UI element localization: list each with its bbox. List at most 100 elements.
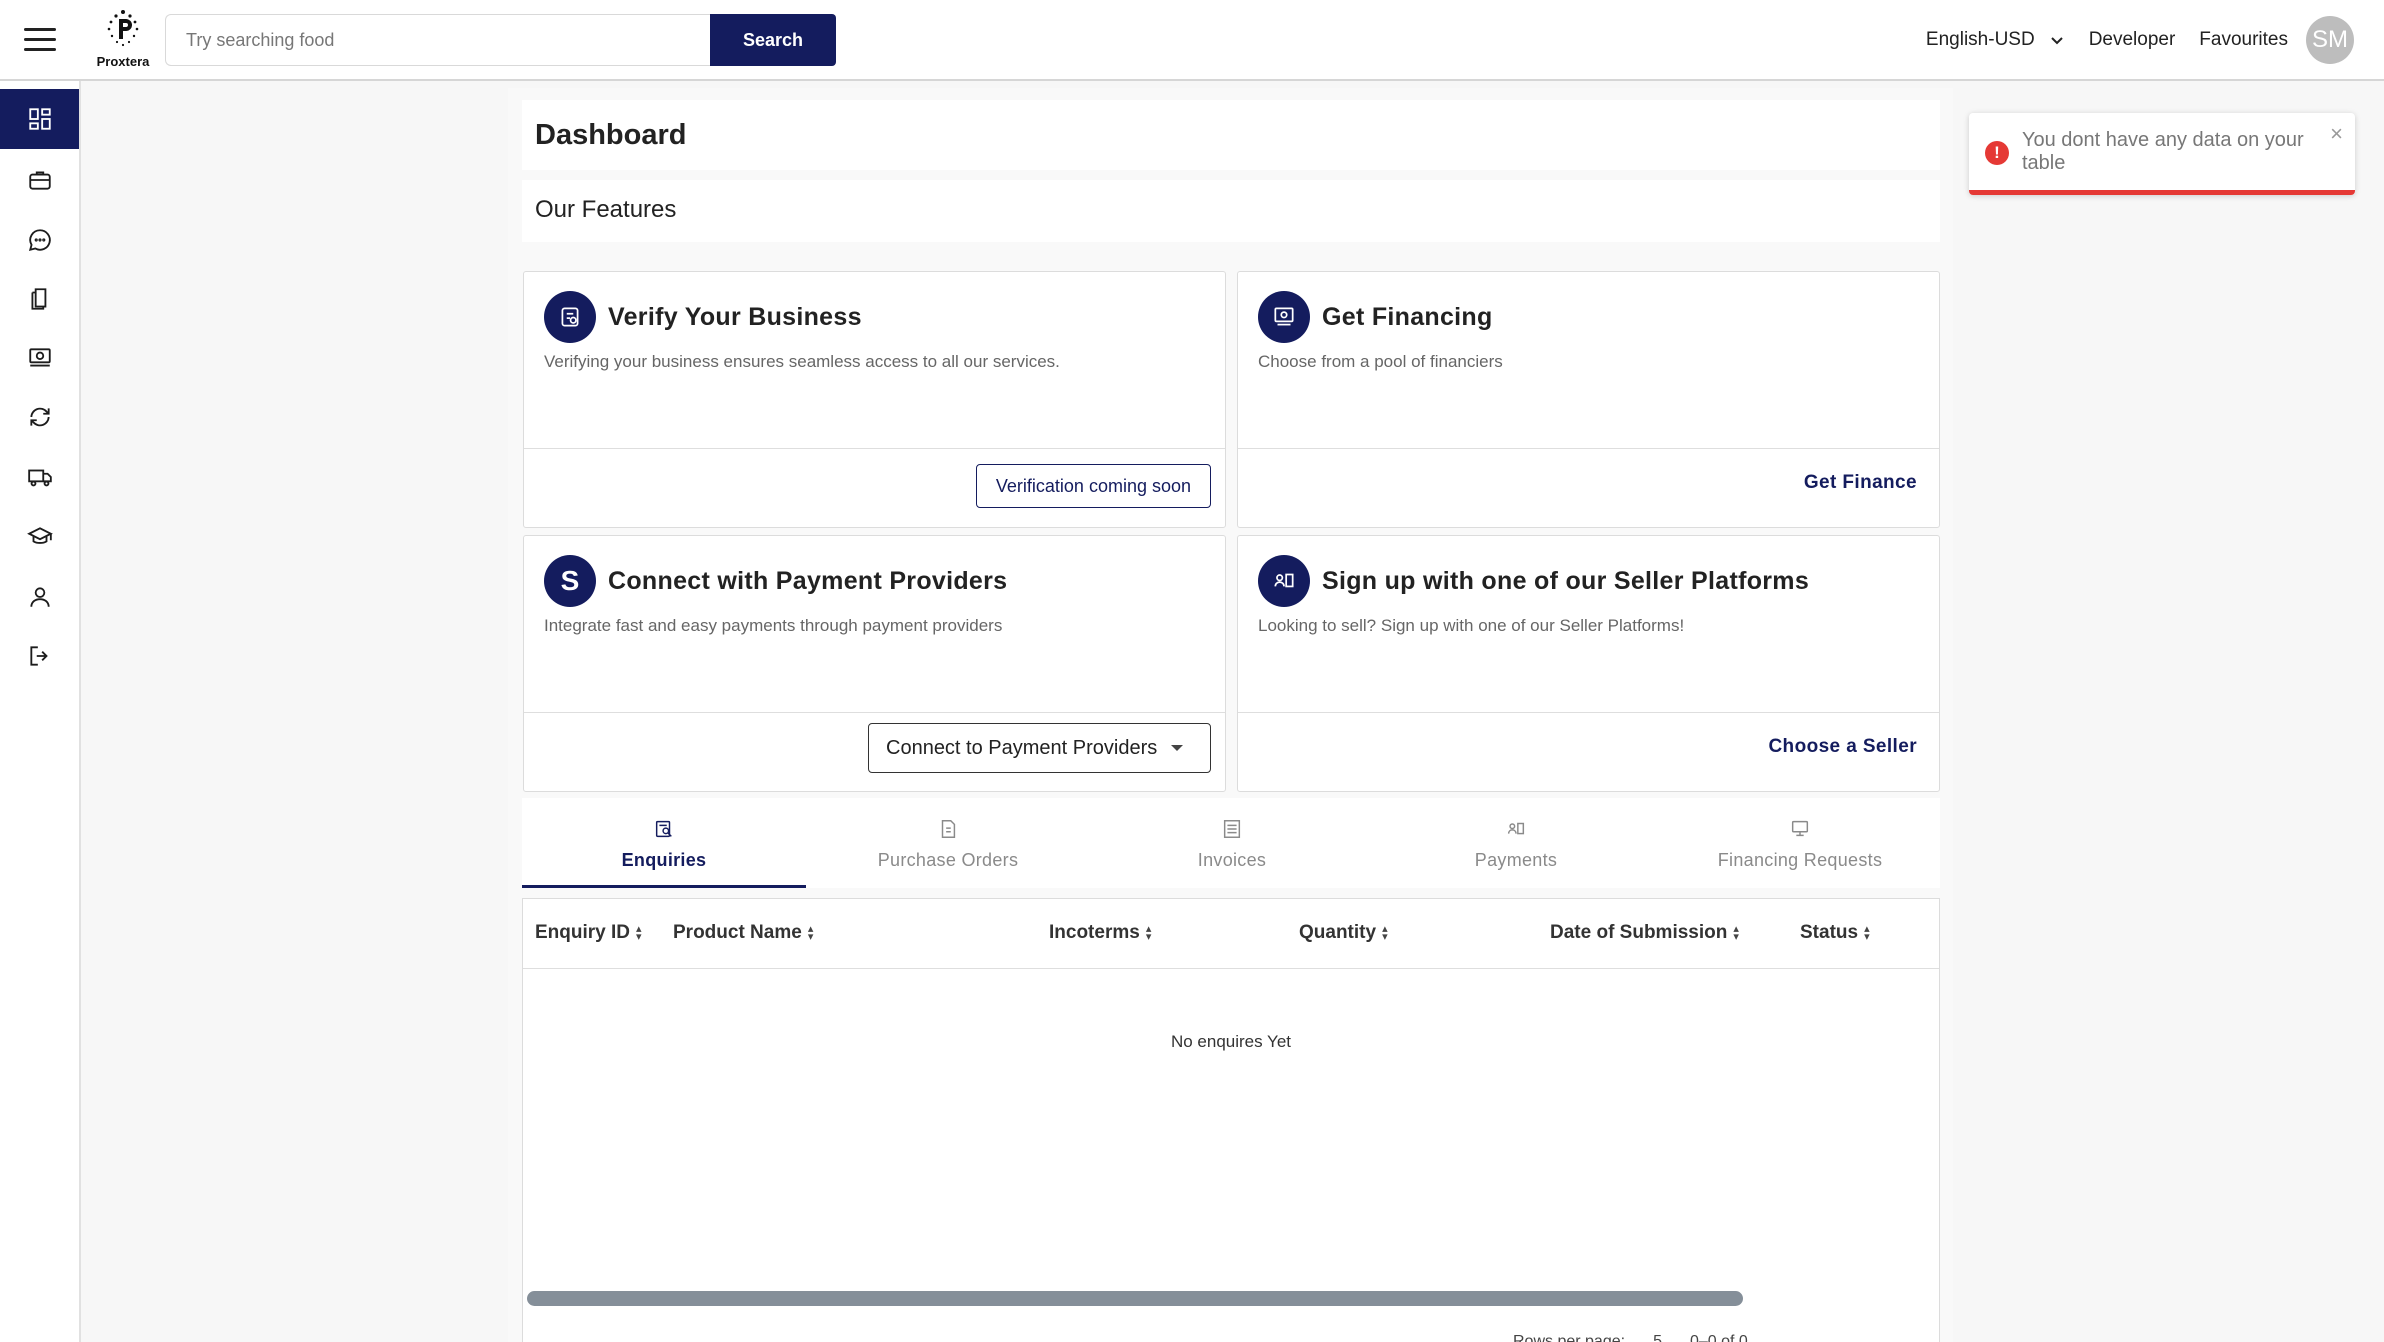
payments-icon [1507, 822, 1525, 835]
tab-label: Invoices [1197, 850, 1267, 870]
toast-progress-bar [1969, 190, 2355, 195]
get-financing-card: Get Financing Choose from a pool of fina… [1237, 271, 1940, 528]
tab-label: Payments [1474, 850, 1558, 870]
payment-provider-icon: S [544, 555, 596, 607]
document-icon [30, 288, 46, 310]
page-title: Dashboard [535, 119, 687, 151]
dashboard-icon [28, 108, 51, 130]
connect-payment-providers-dropdown[interactable]: Connect to Payment Providers [868, 723, 1211, 773]
sidebar-item-documents[interactable] [0, 269, 79, 329]
tab-invoices[interactable]: Invoices [1090, 798, 1374, 888]
card-divider [1238, 712, 1939, 713]
logo-text: Proxtera [96, 54, 150, 69]
graduation-cap-icon [26, 527, 53, 544]
search-field[interactable] [165, 14, 710, 66]
card-title: Verify Your Business [608, 302, 862, 331]
column-header-date-of-submission[interactable]: Date of Submission ▴ ▾ [1550, 922, 1739, 944]
logo-mark-icon [107, 10, 139, 47]
error-icon: ! [1985, 141, 2009, 165]
seller-platforms-card: Sign up with one of our Seller Platforms… [1237, 535, 1940, 792]
choose-seller-button[interactable]: Choose a Seller [1768, 736, 1917, 758]
sidebar-item-exchange[interactable] [0, 387, 79, 447]
column-header-enquiry-id[interactable]: Enquiry ID ▴ ▾ [535, 922, 642, 944]
chat-icon [28, 229, 51, 252]
toast-message: You dont have any data on your table [2022, 129, 2304, 174]
card-divider [524, 448, 1225, 449]
data-tabs: Enquiries Purchase Orders Invoices Payme… [522, 798, 1940, 888]
search-button[interactable]: Search [710, 14, 836, 66]
card-title: Get Financing [1322, 302, 1493, 331]
user-icon [29, 587, 50, 607]
hamburger-menu-icon[interactable] [24, 28, 56, 52]
sidebar-item-finance[interactable] [0, 328, 79, 388]
tab-purchase-orders[interactable]: Purchase Orders [806, 798, 1090, 888]
logout-icon [29, 646, 48, 666]
close-icon[interactable]: × [2330, 121, 2343, 147]
proxtera-logo[interactable]: Proxtera [90, 8, 156, 72]
sort-icon: ▴ ▾ [1382, 922, 1388, 943]
column-header-incoterms[interactable]: Incoterms ▴ ▾ [1049, 922, 1151, 944]
sidebar-item-business[interactable] [0, 150, 79, 210]
sort-icon: ▴ ▾ [1145, 922, 1152, 943]
card-description: Looking to sell? Sign up with one of our… [1258, 616, 1685, 635]
verification-coming-soon-button[interactable]: Verification coming soon [975, 464, 1211, 508]
avatar[interactable]: SM [2306, 16, 2354, 64]
features-title: Our Features [535, 196, 677, 223]
error-toast: ! You dont have any data on your table × [1969, 113, 2355, 195]
tab-label: Purchase Orders [877, 850, 1019, 870]
card-divider [1238, 448, 1939, 449]
enquiries-table: Enquiry ID ▴ ▾ Product Name ▴ ▾ Incoterms ▴ ▾ … [522, 898, 1940, 1342]
sidebar-item-dashboard[interactable] [0, 89, 79, 149]
sidebar-item-messages[interactable] [0, 210, 79, 270]
get-finance-button[interactable]: Get Finance [1804, 472, 1917, 494]
truck-icon [27, 469, 52, 487]
column-header-product-name[interactable]: Product Name ▴ ▾ [673, 922, 813, 944]
financing-requests-icon [1791, 820, 1809, 837]
features-header: Our Features [522, 180, 1940, 242]
favourites-link[interactable]: Favourites [2199, 29, 2288, 51]
column-header-quantity[interactable]: Quantity ▴ ▾ [1299, 922, 1388, 944]
dropdown-label: Connect to Payment Providers [886, 736, 1158, 759]
table-header: Enquiry ID ▴ ▾ Product Name ▴ ▾ Incoterms ▴ ▾ … [523, 899, 1939, 969]
sidebar-item-academy[interactable] [0, 507, 79, 567]
language-label: English-USD [1925, 29, 2035, 50]
tab-payments[interactable]: Payments [1374, 798, 1658, 888]
card-title: Sign up with one of our Seller Platforms [1322, 566, 1810, 595]
sort-icon: ▴ ▾ [807, 922, 814, 943]
column-header-status[interactable]: Status ▴ ▾ [1800, 922, 1870, 944]
page-header: Dashboard [522, 100, 1940, 170]
payment-providers-card: S Connect with Payment Providers Integra… [523, 535, 1226, 792]
exchange-icon [29, 407, 50, 427]
card-description: Verifying your business ensures seamless… [544, 352, 1060, 371]
enquiries-icon [655, 820, 672, 838]
invoices-icon [1223, 820, 1241, 838]
sidebar-item-logout[interactable] [0, 626, 79, 686]
tab-label: Enquiries [621, 850, 707, 870]
table-pagination: Rows per page: 5 0–0 of 0 [1513, 1333, 1748, 1342]
top-right-nav: English-USD Developer Favourites SM [1926, 16, 2354, 64]
purchase-orders-icon [941, 820, 956, 838]
top-bar: Proxtera Search English-USD Developer Fa… [0, 0, 2384, 81]
caret-down-icon [1171, 745, 1184, 751]
horizontal-scrollbar[interactable] [527, 1291, 1743, 1306]
sort-icon: ▴ ▾ [1864, 922, 1870, 943]
card-title: Connect with Payment Providers [608, 566, 1008, 595]
tab-enquiries[interactable]: Enquiries [522, 798, 806, 888]
main-content: Dashboard Our Features Verify Your Busin… [508, 88, 1953, 1342]
card-description: Integrate fast and easy payments through… [544, 616, 1003, 635]
pagination-range: 0–0 of 0 [1689, 1333, 1748, 1342]
language-selector[interactable]: English-USD [1926, 29, 2065, 51]
rows-per-page-label: Rows per page: [1513, 1333, 1626, 1342]
tab-financing-requests[interactable]: Financing Requests [1658, 798, 1942, 888]
sidebar [0, 81, 81, 1342]
developer-link[interactable]: Developer [2089, 29, 2176, 51]
tab-label: Financing Requests [1717, 850, 1883, 870]
sidebar-item-logistics[interactable] [0, 447, 79, 507]
sidebar-item-profile[interactable] [0, 567, 79, 627]
finance-icon [28, 348, 51, 367]
card-description: Choose from a pool of financiers [1258, 352, 1503, 371]
rows-per-page-select[interactable]: 5 [1653, 1333, 1662, 1342]
verify-business-card: Verify Your Business Verifying your busi… [523, 271, 1226, 528]
chevron-down-icon [2050, 37, 2063, 45]
search-input[interactable] [166, 15, 710, 65]
